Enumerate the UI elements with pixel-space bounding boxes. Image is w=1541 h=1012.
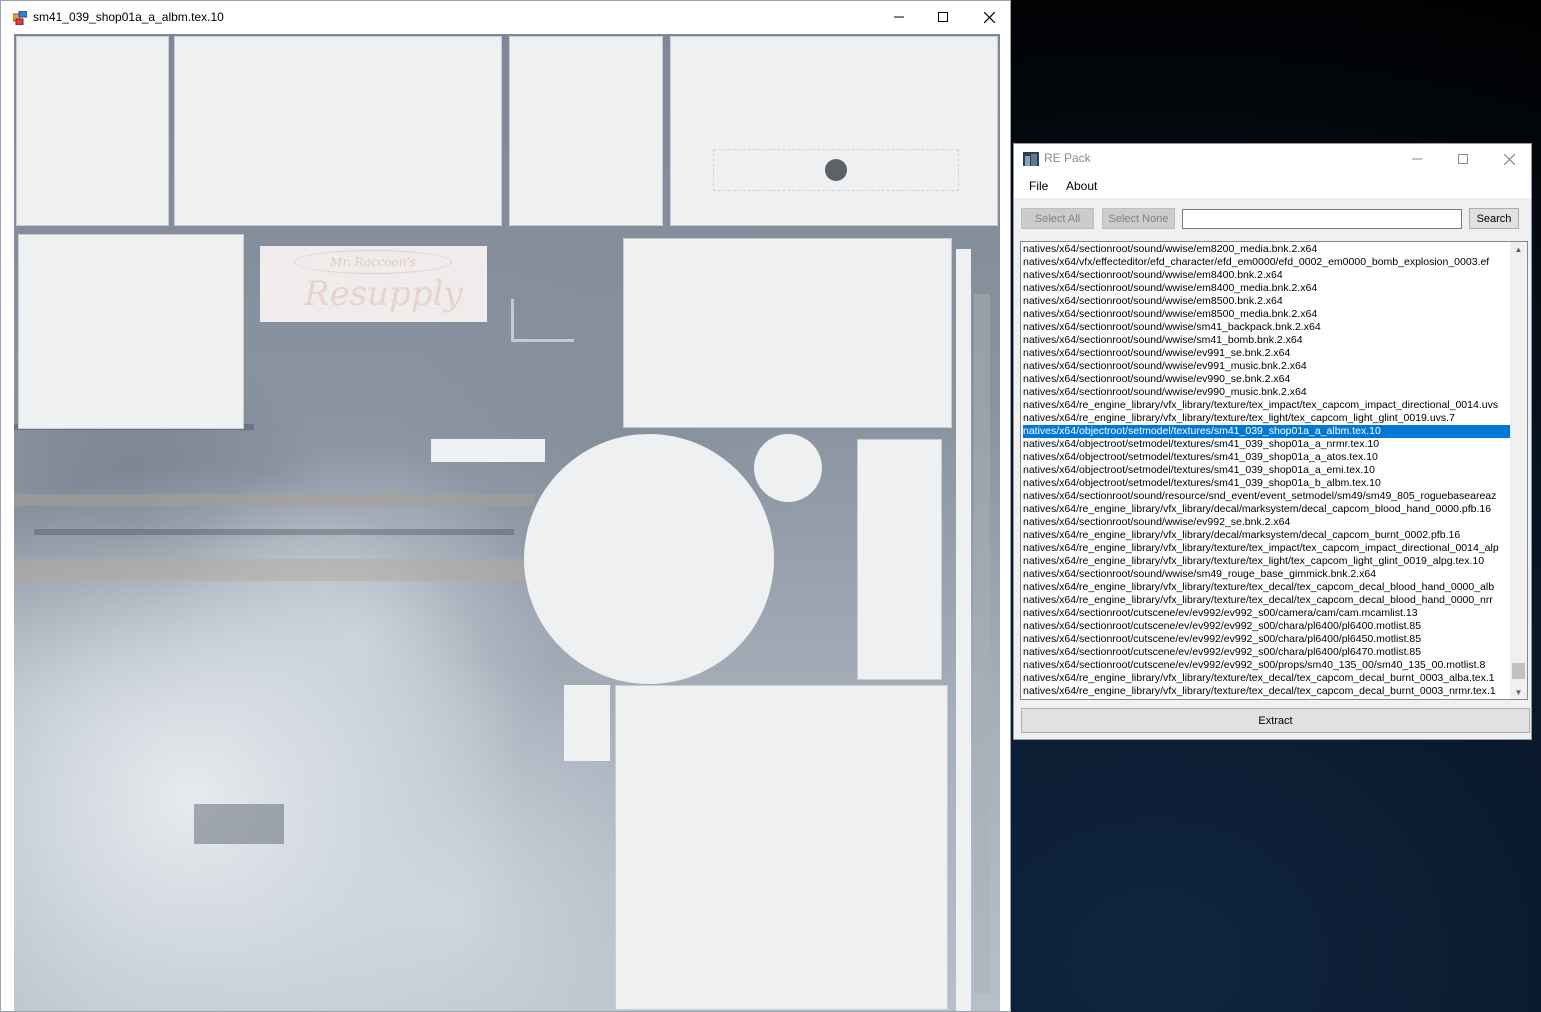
file-list-item[interactable]: natives/x64/re_engine_library/vfx_librar… (1023, 672, 1511, 685)
texture-strip (14, 494, 534, 506)
file-list-item[interactable]: natives/x64/objectroot/setmodel/textures… (1023, 438, 1511, 451)
uv-panel (857, 439, 942, 680)
file-list-item[interactable]: natives/x64/sectionroot/sound/wwise/em85… (1023, 295, 1511, 308)
maximize-button[interactable] (1440, 144, 1486, 174)
file-list-item[interactable]: natives/x64/sectionroot/sound/wwise/ev99… (1023, 516, 1511, 529)
uv-panel (509, 36, 663, 226)
file-list-item[interactable]: natives/x64/sectionroot/cutscene/ev/ev99… (1023, 659, 1511, 672)
file-list-item[interactable]: natives/x64/re_engine_library/vfx_librar… (1023, 542, 1511, 555)
uv-panel (615, 685, 948, 1010)
uv-panel (174, 36, 502, 226)
file-list-item[interactable]: natives/x64/sectionroot/sound/wwise/sm41… (1023, 334, 1511, 347)
file-list-item[interactable]: natives/x64/vfx/effecteditor/efd_charact… (1023, 256, 1511, 269)
close-icon (983, 11, 995, 23)
viewer-titlebar[interactable]: sm41_039_shop01a_a_albm.tex.10 (1, 1, 1010, 33)
file-list-item[interactable]: natives/x64/sectionroot/sound/resource/s… (1023, 490, 1511, 503)
repack-title: RE Pack (1044, 151, 1091, 165)
shop-sign-decal: Mr. Raccoon's Resupply (260, 246, 487, 322)
file-list-item[interactable]: natives/x64/sectionroot/sound/wwise/ev99… (1023, 373, 1511, 386)
file-list-item[interactable]: natives/x64/sectionroot/sound/wwise/ev99… (1023, 347, 1511, 360)
texture-image: Mr. Raccoon's Resupply (14, 34, 1000, 1011)
file-list-item[interactable]: natives/x64/sectionroot/sound/wwise/em84… (1023, 282, 1511, 295)
uv-panel (16, 36, 169, 226)
repack-titlebar[interactable]: RE Pack (1014, 144, 1531, 174)
file-list-item[interactable]: natives/x64/sectionroot/cutscene/ev/ev99… (1023, 633, 1511, 646)
uv-panel (431, 439, 545, 462)
uv-panel (670, 36, 998, 226)
texture-strip (34, 529, 514, 535)
sign-banner: Mr. Raccoon's (294, 250, 452, 274)
close-button[interactable] (1486, 144, 1532, 174)
sign-text: Resupply (304, 274, 463, 314)
file-list-item[interactable]: natives/x64/sectionroot/sound/wwise/ev99… (1023, 386, 1511, 399)
file-list-item[interactable]: natives/x64/objectroot/setmodel/textures… (1023, 425, 1511, 438)
close-button[interactable] (966, 1, 1010, 33)
re-pack-window: RE Pack File About Select All Select Non… (1013, 143, 1532, 740)
uv-panel (18, 234, 244, 429)
texture-viewer-window: sm41_039_shop01a_a_albm.tex.10 Mr. Racco (0, 0, 1011, 1012)
file-list-item[interactable]: natives/x64/re_engine_library/vfx_librar… (1023, 555, 1511, 568)
file-list[interactable]: natives/x64/sectionroot/sound/wwise/em82… (1020, 241, 1528, 700)
minimize-button[interactable] (876, 1, 922, 33)
minimize-icon (894, 16, 904, 18)
file-list-item[interactable]: natives/x64/sectionroot/cutscene/ev/ev99… (1023, 620, 1511, 633)
file-list-item[interactable]: natives/x64/re_engine_library/vfx_librar… (1023, 503, 1511, 516)
search-button[interactable]: Search (1469, 208, 1519, 229)
file-list-item[interactable]: natives/x64/sectionroot/sound/wwise/em85… (1023, 308, 1511, 321)
uv-circle-large (524, 434, 774, 684)
file-list-item[interactable]: natives/x64/sectionroot/sound/wwise/sm41… (1023, 321, 1511, 334)
minimize-button[interactable] (1394, 144, 1440, 174)
list-scrollbar[interactable]: ▲ ▼ (1510, 242, 1527, 699)
menu-file[interactable]: File (1029, 179, 1048, 193)
minimize-icon (1412, 158, 1422, 160)
file-list-item[interactable]: natives/x64/sectionroot/sound/wwise/sm49… (1023, 568, 1511, 581)
texture-strip (14, 559, 534, 581)
file-list-item[interactable]: natives/x64/sectionroot/sound/wwise/em84… (1023, 269, 1511, 282)
menu-bar: File About (1014, 174, 1531, 198)
file-list-item[interactable]: natives/x64/objectroot/setmodel/textures… (1023, 451, 1511, 464)
maximize-icon (1458, 154, 1468, 164)
file-list-item[interactable]: natives/x64/sectionroot/cutscene/ev/ev99… (1023, 646, 1511, 659)
uv-panel (623, 238, 952, 428)
maximize-icon (938, 12, 948, 22)
file-list-item[interactable]: natives/x64/re_engine_library/vfx_librar… (1023, 399, 1511, 412)
scroll-thumb[interactable] (1512, 663, 1525, 679)
select-none-button[interactable]: Select None (1102, 208, 1175, 229)
texture-strip (974, 294, 990, 994)
repack-body: Select All Select None Search natives/x6… (1014, 198, 1531, 739)
texture-mark (511, 299, 574, 342)
uv-panel (564, 685, 610, 761)
file-list-item[interactable]: natives/x64/re_engine_library/vfx_librar… (1023, 581, 1511, 594)
app-window-icon (13, 11, 27, 25)
select-all-button[interactable]: Select All (1021, 208, 1094, 229)
close-icon (1503, 153, 1515, 165)
scroll-up-arrow-icon[interactable]: ▲ (1510, 242, 1527, 256)
file-list-item[interactable]: natives/x64/sectionroot/sound/wwise/ev99… (1023, 360, 1511, 373)
file-list-item[interactable]: natives/x64/re_engine_library/vfx_librar… (1023, 685, 1511, 698)
search-input[interactable] (1182, 209, 1462, 229)
extract-button[interactable]: Extract (1021, 708, 1530, 733)
maximize-button[interactable] (920, 1, 966, 33)
scroll-down-arrow-icon[interactable]: ▼ (1510, 685, 1527, 699)
file-list-items: natives/x64/sectionroot/sound/wwise/em82… (1023, 243, 1511, 698)
texture-strip (194, 804, 284, 844)
file-list-item[interactable]: natives/x64/objectroot/setmodel/textures… (1023, 477, 1511, 490)
file-list-item[interactable]: natives/x64/sectionroot/cutscene/ev/ev99… (1023, 607, 1511, 620)
menu-about[interactable]: About (1066, 179, 1097, 193)
bolt-hole (825, 159, 847, 181)
file-list-item[interactable]: natives/x64/sectionroot/sound/wwise/em82… (1023, 243, 1511, 256)
file-list-item[interactable]: natives/x64/objectroot/setmodel/textures… (1023, 464, 1511, 477)
viewer-title: sm41_039_shop01a_a_albm.tex.10 (33, 10, 224, 24)
file-list-item[interactable]: natives/x64/re_engine_library/vfx_librar… (1023, 529, 1511, 542)
file-list-item[interactable]: natives/x64/re_engine_library/vfx_librar… (1023, 412, 1511, 425)
uv-circle-small (754, 434, 822, 502)
uv-strip (956, 249, 971, 1011)
file-list-item[interactable]: natives/x64/re_engine_library/vfx_librar… (1023, 594, 1511, 607)
app-icon (1023, 152, 1039, 166)
